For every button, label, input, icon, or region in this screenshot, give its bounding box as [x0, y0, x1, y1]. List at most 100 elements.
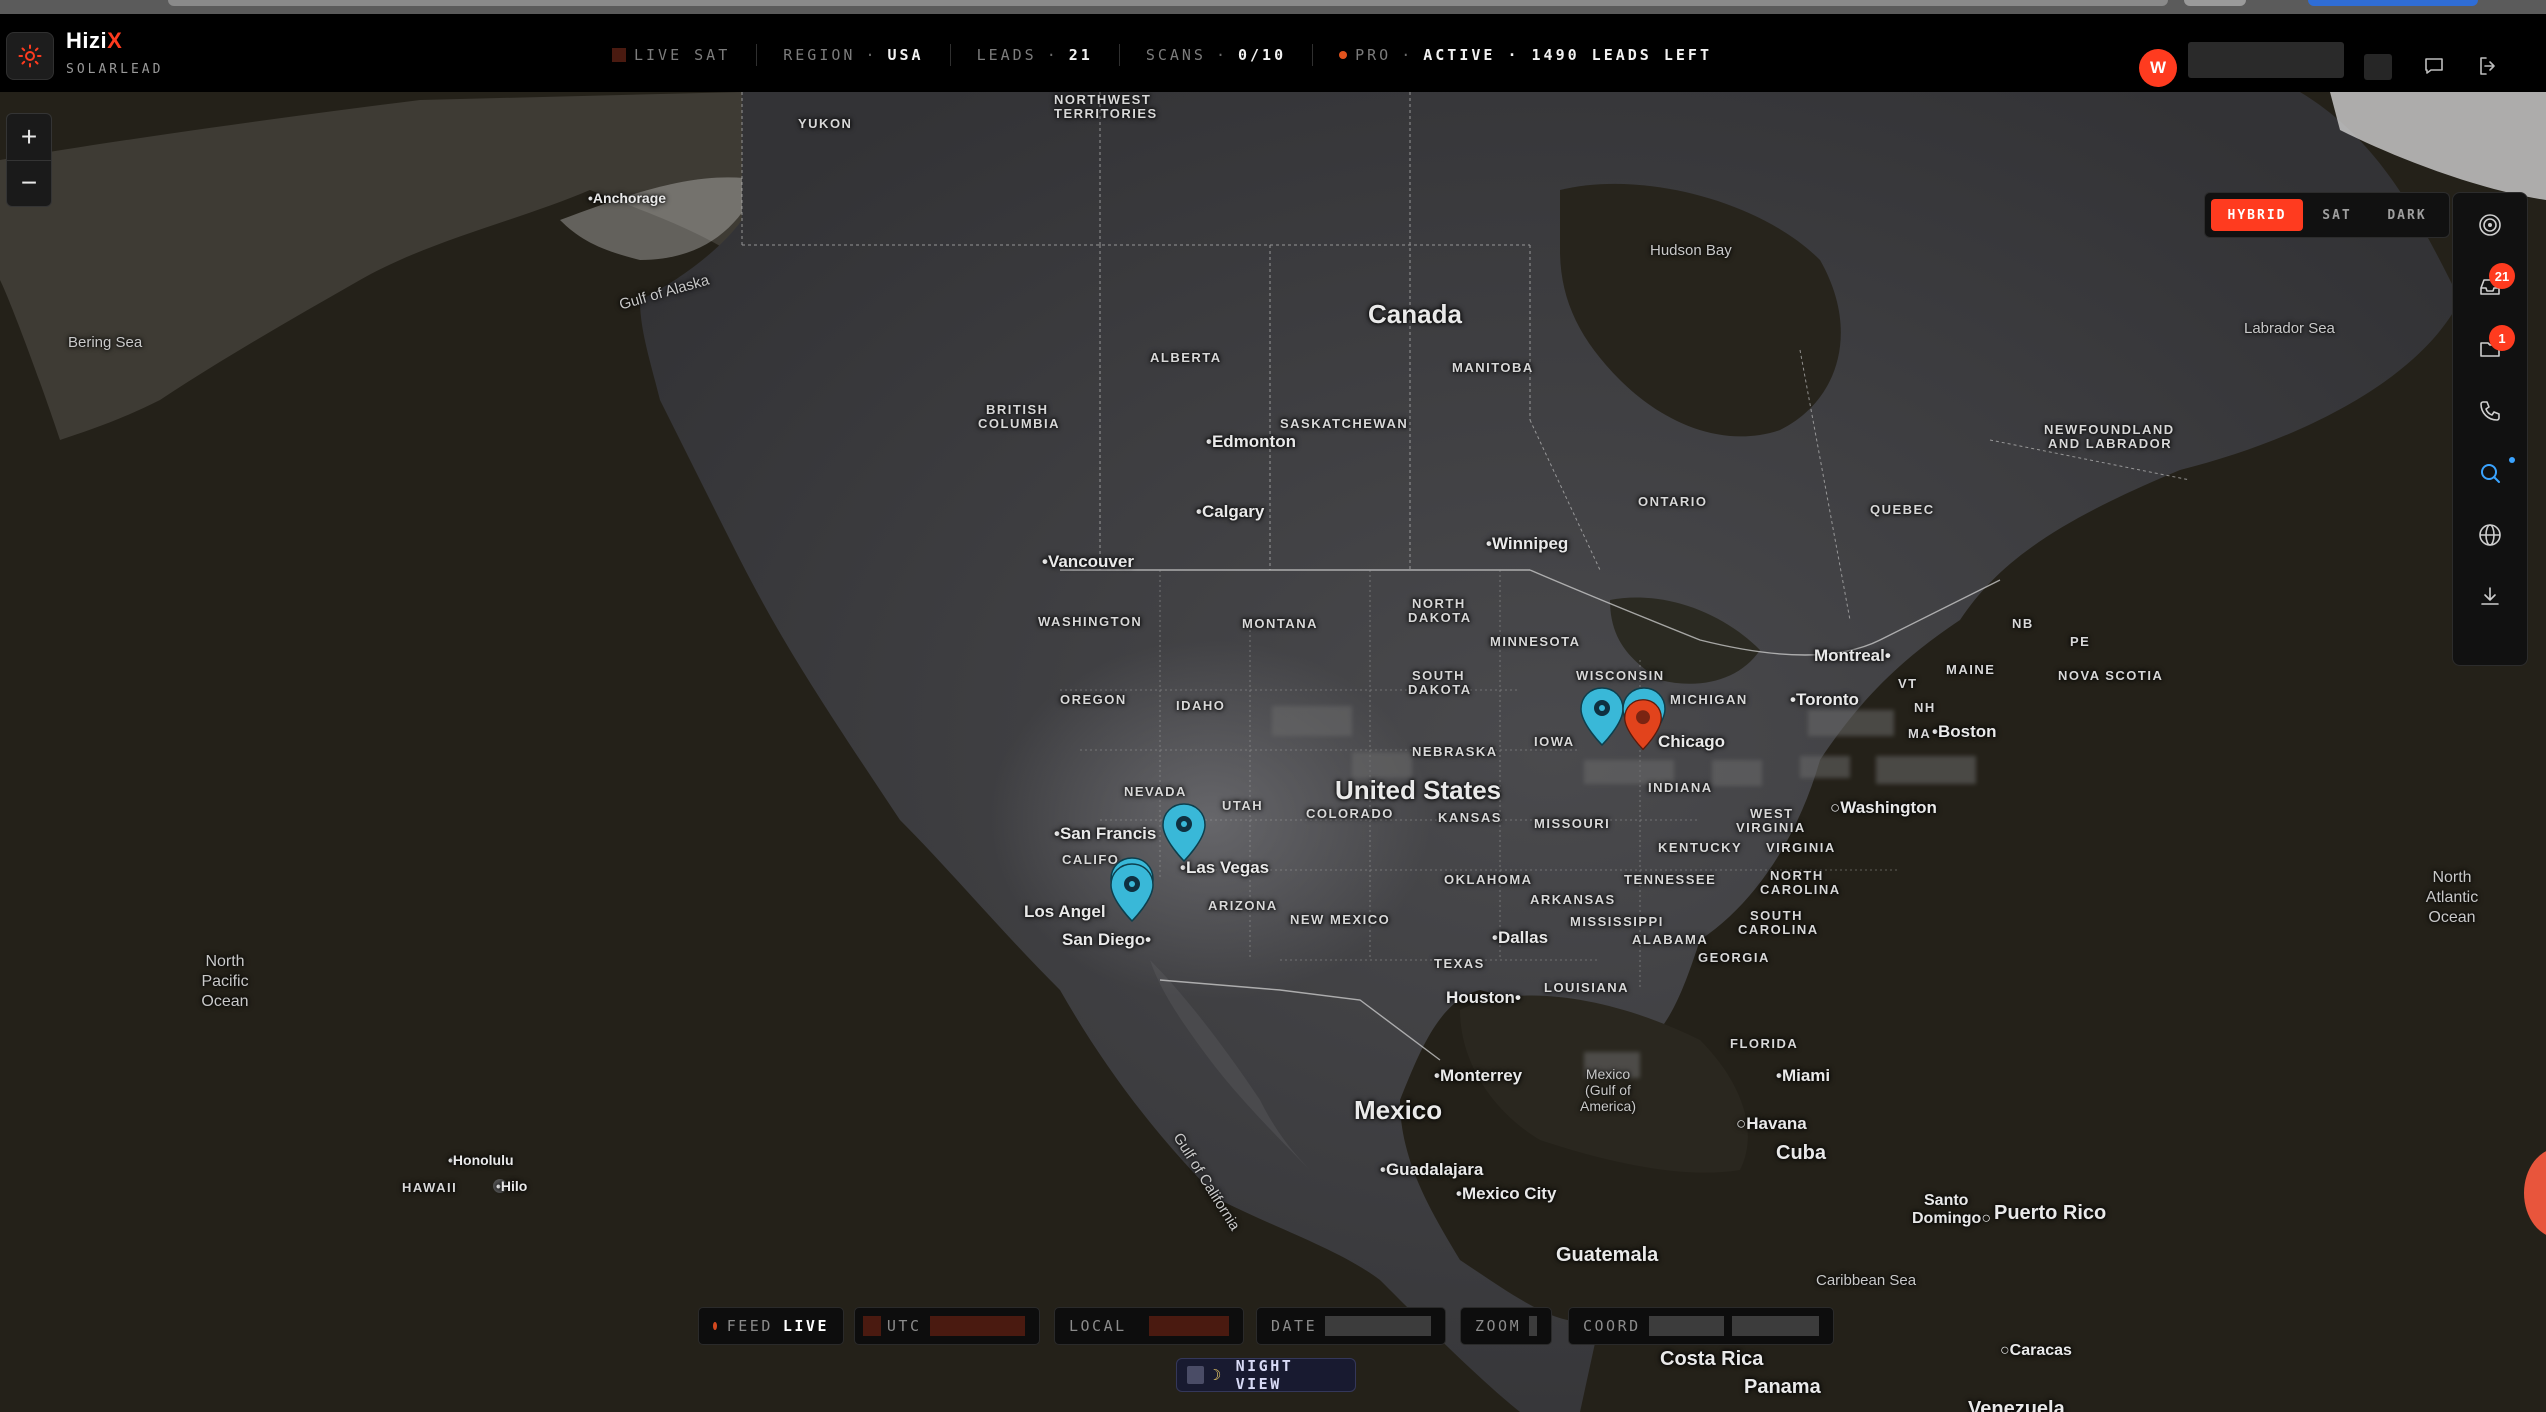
region-label: ALBERTA	[1150, 350, 1222, 365]
map-canvas[interactable]: Canada United States Mexico Cuba Guatema…	[0, 92, 2546, 1412]
region-label: GEORGIA	[1698, 950, 1770, 965]
region-label: NORTHWEST	[1054, 92, 1152, 107]
water-label: Labrador Sea	[2244, 320, 2335, 337]
target-icon[interactable]	[2478, 213, 2502, 237]
city-label: Chicago	[1658, 732, 1726, 751]
leads-value: 21	[1068, 46, 1093, 64]
region-label: AND LABRADOR	[2048, 436, 2173, 451]
region-label: NEW MEXICO	[1290, 912, 1391, 927]
avatar[interactable]: W	[2139, 49, 2177, 87]
region-label: SOUTH	[1750, 908, 1803, 923]
plan-status: ACTIVE · 1490 LEADS LEFT	[1423, 46, 1712, 64]
night-view-label: NIGHT VIEW	[1235, 1357, 1294, 1393]
city-label: Montreal•	[1814, 646, 1891, 665]
region-label: CAROLINA	[1738, 922, 1819, 937]
globe-icon[interactable]	[2478, 523, 2502, 547]
date-label: DATE	[1271, 1317, 1318, 1335]
brand-logo[interactable]	[6, 32, 54, 80]
coordinates-chip: COORD	[1568, 1307, 1834, 1345]
region-value: USA	[887, 46, 924, 64]
map-basemap	[0, 92, 2546, 1412]
stat-leads: LEADS · 21	[951, 44, 1120, 66]
region-label: NB	[2012, 616, 2034, 631]
separator: ·	[1401, 46, 1414, 64]
phone-icon[interactable]	[2478, 399, 2502, 423]
message-icon[interactable]	[2422, 54, 2446, 78]
separator: ·	[1215, 46, 1228, 64]
region-label: HAWAII	[402, 1180, 458, 1195]
region-label: VT	[1898, 676, 1918, 691]
browser-button-primary[interactable]	[2308, 0, 2478, 6]
date-value-redacted	[1325, 1316, 1431, 1336]
region-label: REGION	[783, 46, 856, 64]
region-label: CAROLINA	[1760, 882, 1841, 897]
stat-region: REGION · USA	[757, 44, 951, 66]
country-label: Panama	[1744, 1376, 1821, 1398]
feed-value: LIVE	[782, 1317, 829, 1335]
sun-icon	[18, 44, 42, 68]
browser-chrome-strip	[0, 0, 2546, 14]
lead-pin[interactable]	[1578, 686, 1626, 748]
region-label: ARKANSAS	[1530, 892, 1616, 907]
layer-sat-button[interactable]: SAT	[2305, 199, 2369, 231]
zoom-in-button[interactable]: +	[7, 114, 51, 161]
zoom-level-chip: ZOOM	[1460, 1307, 1552, 1345]
city-label: •Dallas	[1492, 928, 1549, 947]
layer-hybrid-button[interactable]: HYBRID	[2211, 199, 2303, 231]
region-label: NORTH	[1412, 596, 1466, 611]
region-label: MA	[1908, 726, 1932, 741]
zoom-label: ZOOM	[1475, 1317, 1522, 1335]
leads-label: LEADS	[976, 46, 1037, 64]
logout-icon[interactable]	[2476, 54, 2500, 78]
night-view-checkbox[interactable]	[1187, 1366, 1205, 1384]
local-time-chip: LOCAL	[1054, 1307, 1244, 1345]
local-value-redacted	[1148, 1316, 1229, 1336]
utc-label: UTC	[886, 1317, 922, 1335]
region-label: COLUMBIA	[978, 416, 1061, 431]
region-label: NEBRASKA	[1412, 744, 1498, 759]
region-label: MISSOURI	[1534, 816, 1611, 831]
region-label: BRITISH	[986, 402, 1049, 417]
city-label: •Calgary	[1196, 502, 1265, 521]
layer-dark-button[interactable]: DARK	[2371, 199, 2443, 231]
region-label: YUKON	[798, 116, 853, 131]
coord-lat-redacted	[1648, 1316, 1725, 1336]
region-label: NORTH	[1770, 868, 1824, 883]
redacted-label	[1800, 756, 1850, 778]
city-label: •Vancouver	[1042, 552, 1134, 571]
live-sat-indicator	[612, 48, 626, 62]
city-label: Houston•	[1446, 988, 1521, 1007]
coord-lng-redacted	[1732, 1316, 1819, 1336]
inbox-badge: 21	[2489, 263, 2515, 289]
country-label: Mexico	[1354, 1095, 1443, 1125]
selected-lead-pin[interactable]	[1622, 698, 1664, 752]
region-label: UTAH	[1222, 798, 1264, 813]
region-label: DAKOTA	[1408, 682, 1472, 697]
city-label: •Guadalajara	[1380, 1160, 1484, 1179]
water-label: Hudson Bay	[1650, 242, 1732, 259]
region-label: INDIANA	[1648, 780, 1713, 795]
lead-pin[interactable]	[1108, 862, 1156, 924]
zoom-out-button[interactable]: −	[7, 160, 51, 206]
region-label: ALABAMA	[1632, 932, 1709, 947]
scans-label: SCANS	[1145, 46, 1206, 64]
region-label: FLORIDA	[1730, 1036, 1799, 1051]
country-label: Costa Rica	[1660, 1348, 1764, 1370]
city-label: •Toronto	[1790, 690, 1859, 709]
status-stats: LIVE SAT REGION · USA LEADS · 21 SCANS ·…	[612, 44, 1738, 66]
lead-pin[interactable]	[1160, 802, 1208, 864]
live-sat-label: LIVE SAT	[634, 46, 731, 64]
region-label: TEXAS	[1434, 956, 1485, 971]
plan-status-dot	[1339, 51, 1348, 59]
plan-label: PRO	[1355, 46, 1392, 64]
region-label: MANITOBA	[1452, 360, 1534, 375]
feed-label: FEED	[726, 1317, 773, 1335]
night-view-toggle[interactable]: ☽ NIGHT VIEW	[1176, 1357, 1356, 1393]
download-icon[interactable]	[2478, 585, 2502, 609]
region-label: KENTUCKY	[1658, 840, 1743, 855]
region-label: VIRGINIA	[1736, 820, 1806, 835]
city-label: •Miami	[1776, 1066, 1831, 1085]
layer-switcher: HYBRID SAT DARK	[2204, 192, 2450, 238]
browser-button[interactable]	[2184, 0, 2246, 6]
search-icon[interactable]	[2478, 461, 2502, 485]
